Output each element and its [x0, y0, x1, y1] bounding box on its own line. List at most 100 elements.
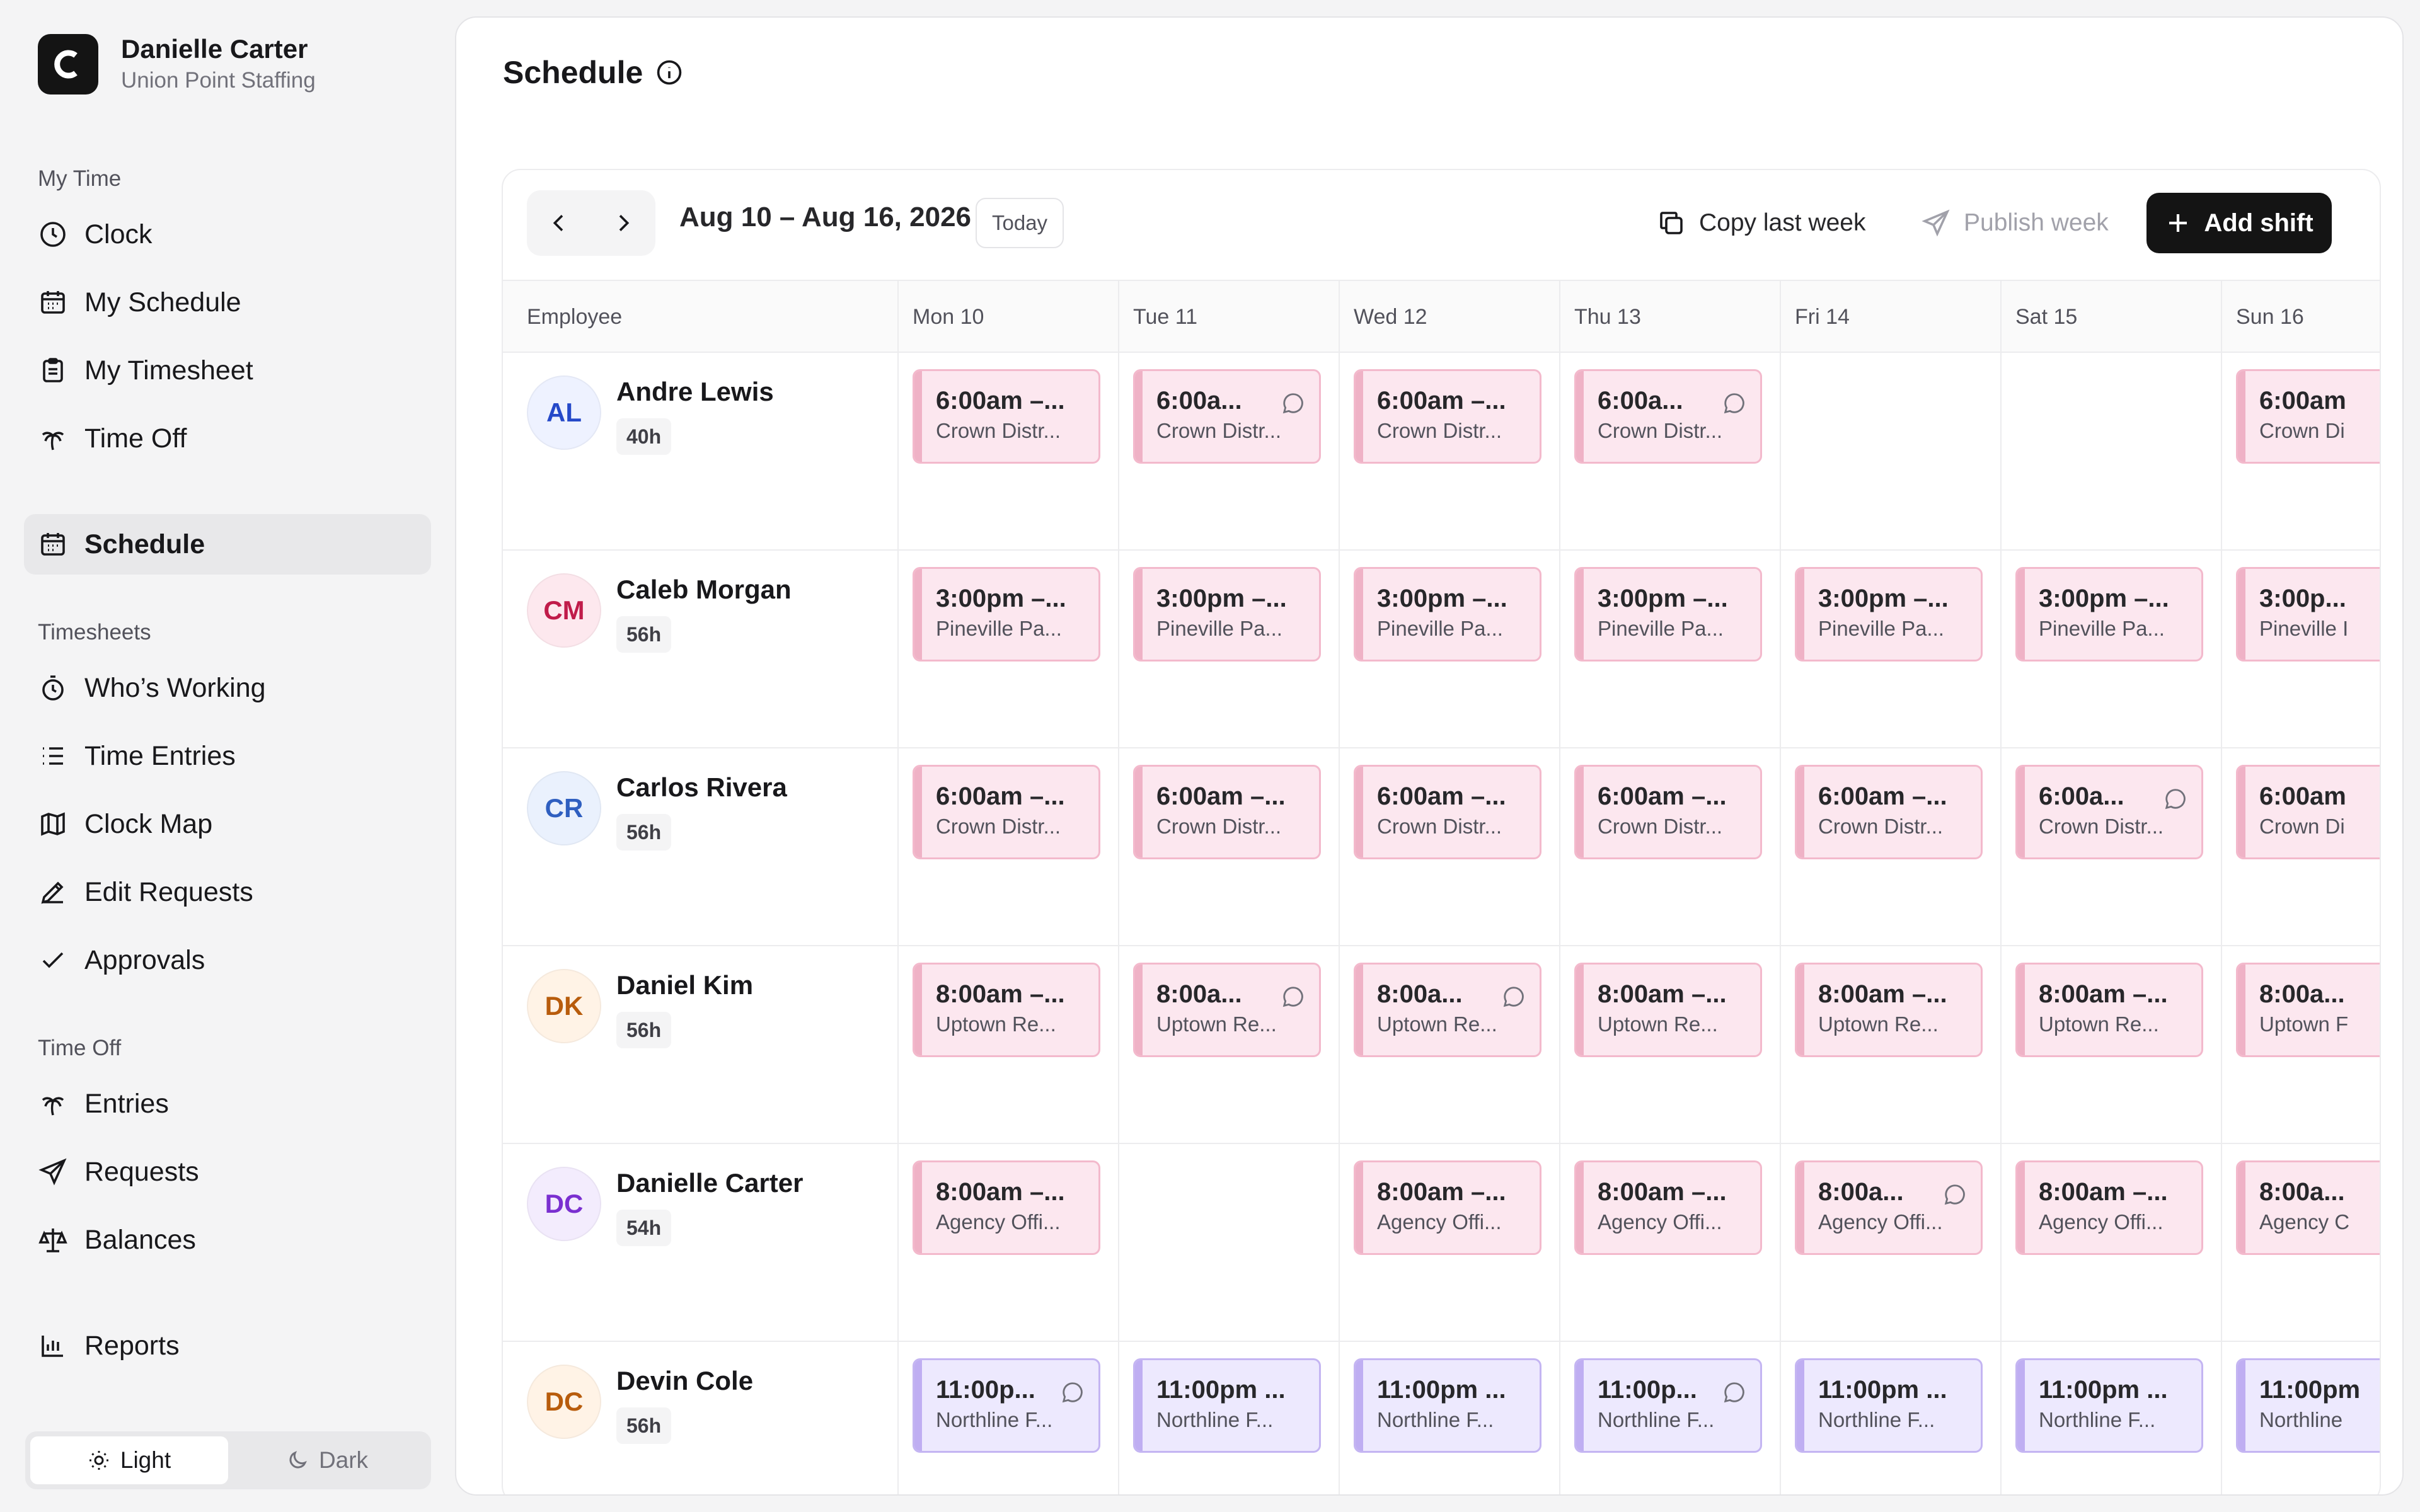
- shift-card[interactable]: 6:00am Crown Di: [2236, 765, 2380, 859]
- grid-divider: [1559, 353, 1560, 549]
- nav-item-approvals[interactable]: Approvals: [24, 930, 431, 990]
- shift-card[interactable]: 6:00a... Crown Distr...: [1574, 369, 1762, 464]
- shift-card[interactable]: 8:00a... Agency C: [2236, 1160, 2380, 1255]
- shift-card[interactable]: 6:00am –... Crown Distr...: [913, 765, 1100, 859]
- theme-light-button[interactable]: Light: [30, 1436, 228, 1484]
- nav-item-my-schedule[interactable]: My Schedule: [24, 272, 431, 333]
- nav-item-whos-working[interactable]: Who’s Working: [24, 658, 431, 718]
- avatar: DC: [527, 1365, 601, 1439]
- shift-card[interactable]: 3:00pm –... Pineville Pa...: [1354, 567, 1541, 662]
- shift-card[interactable]: 8:00a... Uptown Re...: [1354, 963, 1541, 1057]
- shift-time: 6:00am: [2259, 782, 2346, 810]
- shift-location: Pineville Pa...: [1377, 617, 1503, 640]
- shift-location: Uptown Re...: [2039, 1012, 2159, 1036]
- shift-time: 8:00am –...: [1377, 1178, 1506, 1206]
- info-icon[interactable]: [655, 59, 683, 86]
- comment-icon: [1281, 391, 1305, 415]
- shift-card[interactable]: 3:00pm –... Pineville Pa...: [913, 567, 1100, 662]
- shift-card[interactable]: 11:00pm ... Northline F...: [1354, 1358, 1541, 1453]
- shift-card[interactable]: 8:00am –... Uptown Re...: [2015, 963, 2203, 1057]
- shift-card[interactable]: 3:00p... Pineville I: [2236, 567, 2380, 662]
- shift-card[interactable]: 8:00am –... Uptown Re...: [1795, 963, 1983, 1057]
- shift-card[interactable]: 8:00am –... Agency Offi...: [913, 1160, 1100, 1255]
- employee-name[interactable]: Devin Cole: [616, 1366, 753, 1396]
- nav-item-balances[interactable]: Balances: [24, 1210, 431, 1270]
- shift-card[interactable]: 11:00p... Northline F...: [1574, 1358, 1762, 1453]
- shift-card[interactable]: 8:00am –... Uptown Re...: [1574, 963, 1762, 1057]
- employee-name[interactable]: Andre Lewis: [616, 377, 774, 407]
- shift-card[interactable]: 6:00a... Crown Distr...: [2015, 765, 2203, 859]
- nav-item-requests[interactable]: Requests: [24, 1142, 431, 1202]
- today-button[interactable]: Today: [976, 198, 1064, 248]
- shift-card[interactable]: 8:00a... Uptown F: [2236, 963, 2380, 1057]
- shift-card[interactable]: 6:00am –... Crown Distr...: [1354, 765, 1541, 859]
- nav-item-schedule[interactable]: Schedule: [24, 514, 431, 575]
- shift-card[interactable]: 6:00am –... Crown Distr...: [1133, 765, 1321, 859]
- shift-card[interactable]: 8:00am –... Agency Offi...: [2015, 1160, 2203, 1255]
- employee-name[interactable]: Daniel Kim: [616, 970, 753, 1000]
- shift-time: 3:00pm –...: [1156, 585, 1287, 612]
- shift-time: 11:00pm ...: [1818, 1376, 1947, 1404]
- shift-location: Crown Di: [2259, 815, 2345, 838]
- copy-last-week-button[interactable]: Copy last week: [1656, 198, 1865, 248]
- employee-name[interactable]: Danielle Carter: [616, 1168, 803, 1198]
- add-shift-button[interactable]: Add shift: [2146, 193, 2332, 253]
- shift-location: Crown Distr...: [1598, 815, 1723, 838]
- nav-item-time-off[interactable]: Time Off: [24, 408, 431, 469]
- shift-location: Uptown Re...: [1377, 1012, 1497, 1036]
- shift-card[interactable]: 3:00pm –... Pineville Pa...: [1795, 567, 1983, 662]
- grid-divider: [1118, 1342, 1119, 1494]
- next-week-button[interactable]: [591, 190, 655, 256]
- main-panel: Schedule Aug 10 – Aug 16, 2026 Today Cop…: [455, 16, 2404, 1496]
- grid-divider: [1118, 551, 1119, 747]
- shift-card[interactable]: 3:00pm –... Pineville Pa...: [2015, 567, 2203, 662]
- shift-card[interactable]: 8:00a... Agency Offi...: [1795, 1160, 1983, 1255]
- shift-location: Pineville Pa...: [1818, 617, 1944, 640]
- stopwatch-icon: [42, 675, 64, 701]
- nav-item-clock[interactable]: Clock: [24, 204, 431, 265]
- nav-item-reports[interactable]: Reports: [24, 1315, 431, 1376]
- employee-name[interactable]: Carlos Rivera: [616, 772, 787, 803]
- shift-card[interactable]: 8:00am –... Agency Offi...: [1354, 1160, 1541, 1255]
- org-switcher[interactable]: Danielle Carter Union Point Staffing: [38, 33, 316, 96]
- shift-time: 6:00am –...: [1818, 782, 1947, 810]
- shift-card[interactable]: 11:00pm ... Northline F...: [1133, 1358, 1321, 1453]
- shift-card[interactable]: 8:00am –... Agency Offi...: [1574, 1160, 1762, 1255]
- shift-card[interactable]: 6:00a... Crown Distr...: [1133, 369, 1321, 464]
- check-icon: [42, 952, 64, 968]
- nav-label: Who’s Working: [84, 672, 266, 703]
- shift-card[interactable]: 6:00am Crown Di: [2236, 369, 2380, 464]
- clipboard-icon: [43, 358, 63, 382]
- shift-card[interactable]: 11:00pm ... Northline F...: [1795, 1358, 1983, 1453]
- nav-item-time-entries[interactable]: Time Entries: [24, 726, 431, 786]
- theme-dark-button[interactable]: Dark: [228, 1436, 426, 1484]
- employee-row: DC Danielle Carter 54h 8:00am –... Agency Of…: [503, 1144, 2380, 1342]
- shift-card[interactable]: 3:00pm –... Pineville Pa...: [1133, 567, 1321, 662]
- sun-icon: [89, 1451, 108, 1470]
- shift-card[interactable]: 6:00am –... Crown Distr...: [1354, 369, 1541, 464]
- shift-card[interactable]: 11:00pm Northline: [2236, 1358, 2380, 1453]
- nav-item-entries[interactable]: Entries: [24, 1074, 431, 1134]
- shift-card[interactable]: 6:00am –... Crown Distr...: [1574, 765, 1762, 859]
- shift-time: 6:00a...: [1598, 387, 1683, 415]
- prev-week-button[interactable]: [527, 190, 591, 256]
- calendar-icon: [41, 291, 65, 314]
- shift-card[interactable]: 6:00am –... Crown Distr...: [913, 369, 1100, 464]
- nav-item-my-timesheet[interactable]: My Timesheet: [24, 340, 431, 401]
- shift-time: 8:00a...: [1156, 980, 1242, 1008]
- shift-card[interactable]: 11:00p... Northline F...: [913, 1358, 1100, 1453]
- nav-item-clock-map[interactable]: Clock Map: [24, 794, 431, 854]
- employee-name[interactable]: Caleb Morgan: [616, 575, 792, 605]
- nav-item-edit-requests[interactable]: Edit Requests: [24, 862, 431, 922]
- grid-divider: [2000, 353, 2002, 549]
- nav-label: Clock Map: [84, 808, 213, 839]
- shift-card[interactable]: 11:00pm ... Northline F...: [2015, 1358, 2203, 1453]
- shift-card[interactable]: 8:00a... Uptown Re...: [1133, 963, 1321, 1057]
- shift-card[interactable]: 8:00am –... Uptown Re...: [913, 963, 1100, 1057]
- employee-row: AL Andre Lewis 40h 6:00am –... Crown Distr..…: [503, 353, 2380, 551]
- hours-badge: 56h: [616, 616, 672, 653]
- shift-card[interactable]: 3:00pm –... Pineville Pa...: [1574, 567, 1762, 662]
- shift-card[interactable]: 6:00am –... Crown Distr...: [1795, 765, 1983, 859]
- publish-week-button[interactable]: Publish week: [1921, 198, 2109, 248]
- list-icon: [43, 747, 63, 765]
